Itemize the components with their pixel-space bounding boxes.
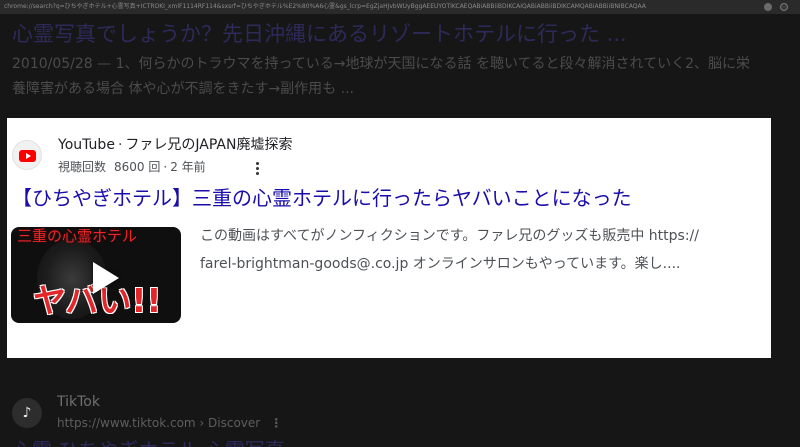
site-name: YouTube [58,137,115,153]
play-icon[interactable] [93,262,119,294]
source-separator: · [117,137,123,153]
snippet-line: この動画はすべてがノンフィクションです。ファレ兄のグッズも販売中 https:/… [200,228,699,244]
tiktok-url-text: https://www.tiktok.com › Discover [57,416,261,430]
thumbnail-caption-top: 三重の心霊ホテル [17,227,138,245]
tiktok-logo-icon: ♪ [12,398,42,428]
tiktok-site-name: TikTok [57,394,100,410]
url-text: chrome://search?q=ひちやぎホテル+心霊写真+ICTROKI_x… [4,3,646,10]
youtube-logo-icon [12,140,42,170]
more-options-icon[interactable]: ⋮ [270,416,282,430]
more-options-icon[interactable] [250,158,264,178]
youtube-logo-play [26,153,31,159]
video-thumbnail[interactable]: 三重の心霊ホテル ヤバい!! [11,227,181,323]
kebab-dot [256,162,259,165]
snippet-line: farel-brightman-goods@.co.jp オンラインサロンもやっ… [200,256,681,272]
extension-icon[interactable] [764,3,772,11]
views-unit: 回 [148,160,161,174]
tiktok-url: https://www.tiktok.com › Discover ⋮ [57,414,282,432]
upload-age: 2 年前 [170,160,206,174]
channel-name: ファレ兄のJAPAN廃墟探索 [125,137,293,153]
video-meta: 視聴回数 8600 回 · 2 年前 [58,158,206,176]
result-title-link[interactable]: 【ひちやぎホテル】三重の心霊ホテルに行ったらヤバいことになった [12,184,632,212]
source-line[interactable]: YouTube · ファレ兄のJAPAN廃墟探索 [58,135,292,155]
views-label: 視聴回数 [58,160,107,174]
profile-icon[interactable] [780,3,788,11]
tiktok-result-title[interactable]: 心霊 ひちやぎホテル 心霊写真 [12,438,285,447]
kebab-dot [256,167,259,170]
meta-dot: · [163,160,168,174]
kebab-dot [256,172,259,175]
highlighted-result-card: YouTube · ファレ兄のJAPAN廃墟探索 視聴回数 8600 回 · 2 年前 【… [7,118,771,358]
views-count: 8600 [114,160,145,174]
background-result-snippet: 2010/05/28 — 1、何らかのトラウマを持っている→地球が天国になる話 … [12,56,751,97]
background-result-title[interactable]: 心霊写真でしょうか？先日沖縄にあるリゾートホテルに行った ... [12,18,792,50]
result-snippet: この動画はすべてがノンフィクションです。ファレ兄のグッズも販売中 https:/… [200,222,760,278]
browser-url-bar[interactable]: chrome://search?q=ひちやぎホテル+心霊写真+ICTROKI_x… [0,0,800,14]
